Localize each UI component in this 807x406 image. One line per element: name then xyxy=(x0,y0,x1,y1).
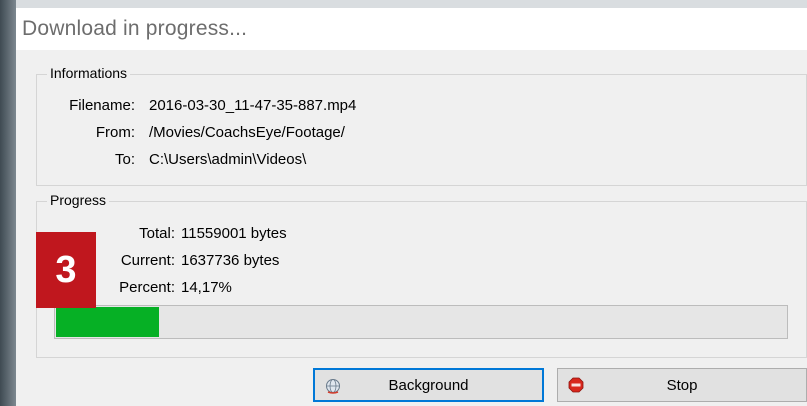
percent-row: Percent: 14,17% xyxy=(16,279,807,299)
to-label: To: xyxy=(114,151,135,168)
download-dialog: Download in progress... Informations Fil… xyxy=(16,8,807,406)
from-value: /Movies/CoachsEye/Footage/ xyxy=(149,124,345,141)
background-button-label: Background xyxy=(388,376,469,394)
desktop-backdrop xyxy=(0,0,16,406)
from-row: From: /Movies/CoachsEye/Footage/ xyxy=(16,124,807,144)
step-number-badge: 3 xyxy=(36,232,96,308)
dialog-titlebar[interactable]: Download in progress... xyxy=(16,8,807,50)
globe-icon xyxy=(326,379,340,394)
percent-label: Percent: xyxy=(119,279,175,296)
to-value: C:\Users\admin\Videos\ xyxy=(149,151,307,168)
to-row: To: C:\Users\admin\Videos\ xyxy=(16,151,807,171)
dialog-title: Download in progress... xyxy=(22,17,248,40)
stop-button[interactable]: Stop xyxy=(557,368,807,402)
from-label: From: xyxy=(95,124,135,141)
percent-value: 14,17% xyxy=(181,279,232,296)
total-row: Total: 11559001 bytes xyxy=(16,225,807,245)
total-label: Total: xyxy=(139,225,175,242)
filename-value: 2016-03-30_11-47-35-887.mp4 xyxy=(149,97,357,114)
download-progress-bar xyxy=(54,305,788,339)
background-window-strip xyxy=(0,0,807,8)
stop-sign-icon xyxy=(568,377,584,393)
current-value: 1637736 bytes xyxy=(181,252,280,269)
current-row: Current: 1637736 bytes xyxy=(16,252,807,272)
filename-row: Filename: 2016-03-30_11-47-35-887.mp4 xyxy=(16,97,807,117)
progress-legend: Progress xyxy=(47,192,110,208)
informations-legend: Informations xyxy=(47,65,131,81)
total-value: 11559001 bytes xyxy=(181,225,287,242)
stop-button-label: Stop xyxy=(666,376,698,394)
current-label: Current: xyxy=(120,252,175,269)
progress-bar-fill xyxy=(56,307,159,337)
background-button[interactable]: Background xyxy=(313,368,544,402)
filename-label: Filename: xyxy=(69,97,135,114)
